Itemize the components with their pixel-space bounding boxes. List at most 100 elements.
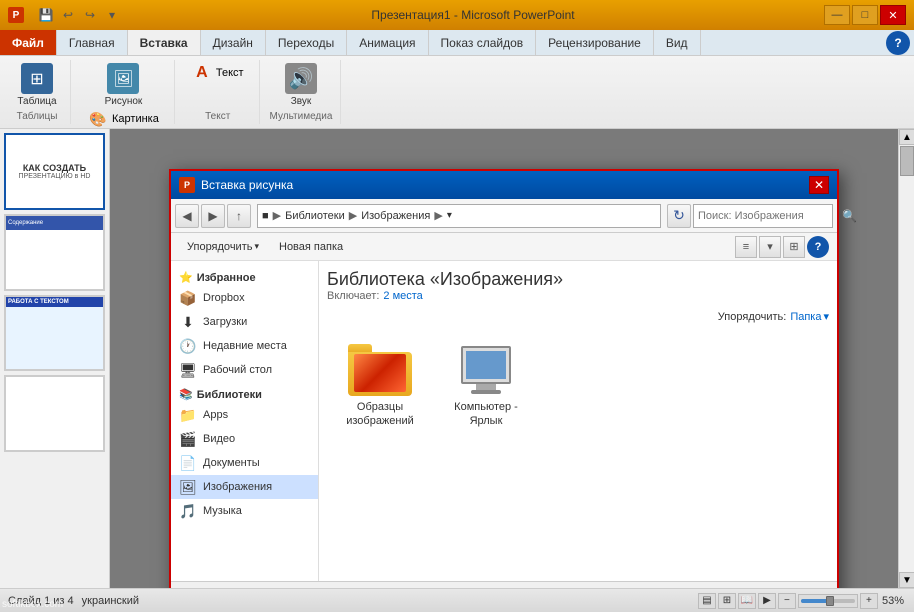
view-details-btn[interactable]: ▾ (759, 236, 781, 258)
table-icon: ⊞ (21, 63, 53, 94)
scroll-track[interactable] (899, 145, 914, 572)
dialog-body: ⭐ Избранное 📦 Dropbox ⬇ Загрузки (171, 261, 837, 581)
text-button[interactable]: A Текст (185, 62, 251, 84)
left-item-video[interactable]: 🎬 Видео (171, 427, 318, 451)
tables-label: Таблицы (17, 109, 58, 122)
file-label-samples: Образцы изображений (340, 400, 420, 429)
view-large-btn[interactable]: ⊞ (783, 236, 805, 258)
close-button[interactable]: ✕ (880, 5, 906, 25)
file-icons-grid: Образцы изображений (327, 331, 829, 442)
normal-view-btn[interactable]: ▤ (698, 593, 716, 609)
left-item-desktop[interactable]: 🖥 Рабочий стол (171, 358, 318, 382)
libraries-icon: 📚 (179, 388, 193, 401)
dialog-icon: P (179, 177, 195, 193)
library-title: Библиотека «Изображения» (327, 269, 829, 290)
tab-animations[interactable]: Анимация (347, 30, 428, 55)
forward-button[interactable]: ▶ (201, 204, 225, 228)
addr-computer: ■ (262, 210, 269, 222)
slide-thumb-3[interactable]: 3 РАБОТА С ТЕКСТОМ (4, 295, 105, 372)
customize-quick-btn[interactable]: ▾ (102, 5, 122, 25)
library-count-link[interactable]: 2 места (383, 290, 422, 302)
slide-thumb-1[interactable]: 1 КАК СОЗДАТЬ ПРЕЗЕНТАЦИЮ в HD (4, 133, 105, 210)
zoom-controls: − + 53% (778, 593, 906, 609)
file-item-samples[interactable]: Образцы изображений (335, 339, 425, 434)
search-input[interactable] (698, 210, 840, 222)
left-item-music[interactable]: 🎵 Музыка (171, 499, 318, 523)
computer-icon (461, 346, 511, 394)
sound-button[interactable]: 🔊 Звук (276, 62, 326, 108)
file-item-computer[interactable]: Компьютер - Ярлык (441, 339, 531, 434)
left-item-dropbox[interactable]: 📦 Dropbox (171, 286, 318, 310)
libraries-section-header: 📚 Библиотеки (171, 382, 318, 403)
file-label-computer: Компьютер - Ярлык (446, 400, 526, 429)
arrange-value-btn[interactable]: Папка ▾ (790, 310, 829, 323)
arrange-bar: Упорядочить: Папка ▾ (327, 310, 829, 323)
addr-dropdown-btn[interactable]: ▾ (447, 210, 463, 221)
tab-slideshow[interactable]: Показ слайдов (429, 30, 537, 55)
view-list-btn[interactable]: ≡ (735, 236, 757, 258)
help-button[interactable]: ? (886, 31, 910, 55)
addr-libraries: Библиотеки (285, 210, 345, 222)
left-item-documents[interactable]: 📄 Документы (171, 451, 318, 475)
view-mode-buttons: ▤ ⊞ 📖 ▶ (698, 593, 776, 609)
library-subtitle: Включает: 2 места (327, 290, 829, 302)
slide-thumb-2[interactable]: 2 Содержание (4, 214, 105, 291)
ribbon-group-sound: 🔊 Звук Мультимедиа (262, 60, 342, 124)
redo-quick-btn[interactable]: ↪ (80, 5, 100, 25)
zoom-out-btn[interactable]: − (778, 593, 796, 609)
insert-picture-dialog: P Вставка рисунка ✕ ◀ ▶ ↑ ■ ▶ Библиотеки (169, 169, 839, 588)
left-item-recent[interactable]: 🕐 Недавние места (171, 334, 318, 358)
organize-button[interactable]: Упорядочить ▾ (179, 236, 267, 258)
tab-file[interactable]: Файл (0, 30, 57, 55)
maximize-button[interactable]: □ (852, 5, 878, 25)
slide-3-preview: РАБОТА С ТЕКСТОМ (6, 297, 103, 370)
picture-button[interactable]: 🖼 Рисунок (98, 62, 148, 108)
scroll-thumb[interactable] (900, 146, 914, 176)
content-area: P Вставка рисунка ✕ ◀ ▶ ↑ ■ ▶ Библиотеки (110, 129, 898, 588)
recent-icon: 🕐 (179, 337, 197, 355)
tab-design[interactable]: Дизайн (201, 30, 266, 55)
up-button[interactable]: ↑ (227, 204, 251, 228)
new-folder-button[interactable]: Новая папка (271, 236, 351, 258)
table-button[interactable]: ⊞ Таблица (12, 62, 62, 108)
undo-quick-btn[interactable]: ↩ (58, 5, 78, 25)
address-bar[interactable]: ■ ▶ Библиотеки ▶ Изображения ▶ ▾ (257, 204, 661, 228)
tab-transitions[interactable]: Переходы (266, 30, 347, 55)
minimize-button[interactable]: — (824, 5, 850, 25)
dialog-close-button[interactable]: ✕ (809, 176, 829, 194)
back-button[interactable]: ◀ (175, 204, 199, 228)
app-icon: P (8, 7, 24, 23)
ribbon-content: ⊞ Таблица Таблицы 🖼 Рисунок 🎨 Картинка (0, 56, 914, 128)
tab-insert[interactable]: Вставка (128, 30, 201, 55)
scroll-down-button[interactable]: ▼ (899, 572, 914, 588)
dialog-help-button[interactable]: ? (807, 236, 829, 258)
search-box[interactable]: 🔍 (693, 204, 833, 228)
documents-icon: 📄 (179, 454, 197, 472)
dropbox-icon: 📦 (179, 289, 197, 307)
zoom-slider[interactable] (798, 594, 858, 608)
zoom-level: 53% (880, 595, 906, 607)
language-info: украинский (82, 595, 139, 607)
clipart-button[interactable]: 🎨 Картинка (81, 108, 166, 128)
slide-sorter-btn[interactable]: ⊞ (718, 593, 736, 609)
tab-view[interactable]: Вид (654, 30, 701, 55)
addr-sep2: ▶ (349, 209, 357, 222)
refresh-button[interactable]: ↻ (667, 204, 691, 228)
slideshow-btn[interactable]: ▶ (758, 593, 776, 609)
tab-review[interactable]: Рецензирование (536, 30, 654, 55)
slide-2-preview: Содержание (6, 216, 103, 289)
dialog-overlay: P Вставка рисунка ✕ ◀ ▶ ↑ ■ ▶ Библиотеки (110, 129, 898, 588)
save-quick-btn[interactable]: 💾 (36, 5, 56, 25)
search-icon[interactable]: 🔍 (842, 209, 857, 223)
downloads-icon: ⬇ (179, 313, 197, 331)
slide-thumb-4[interactable]: 4 (4, 375, 105, 452)
tab-home[interactable]: Главная (57, 30, 128, 55)
video-icon: 🎬 (179, 430, 197, 448)
left-item-downloads[interactable]: ⬇ Загрузки (171, 310, 318, 334)
title-bar: P 💾 ↩ ↪ ▾ Презентация1 - Microsoft Power… (0, 0, 914, 30)
reading-view-btn[interactable]: 📖 (738, 593, 756, 609)
left-item-apps[interactable]: 📁 Apps (171, 403, 318, 427)
left-item-images[interactable]: 🖼 Изображения (171, 475, 318, 499)
scroll-up-button[interactable]: ▲ (899, 129, 914, 145)
zoom-in-btn[interactable]: + (860, 593, 878, 609)
